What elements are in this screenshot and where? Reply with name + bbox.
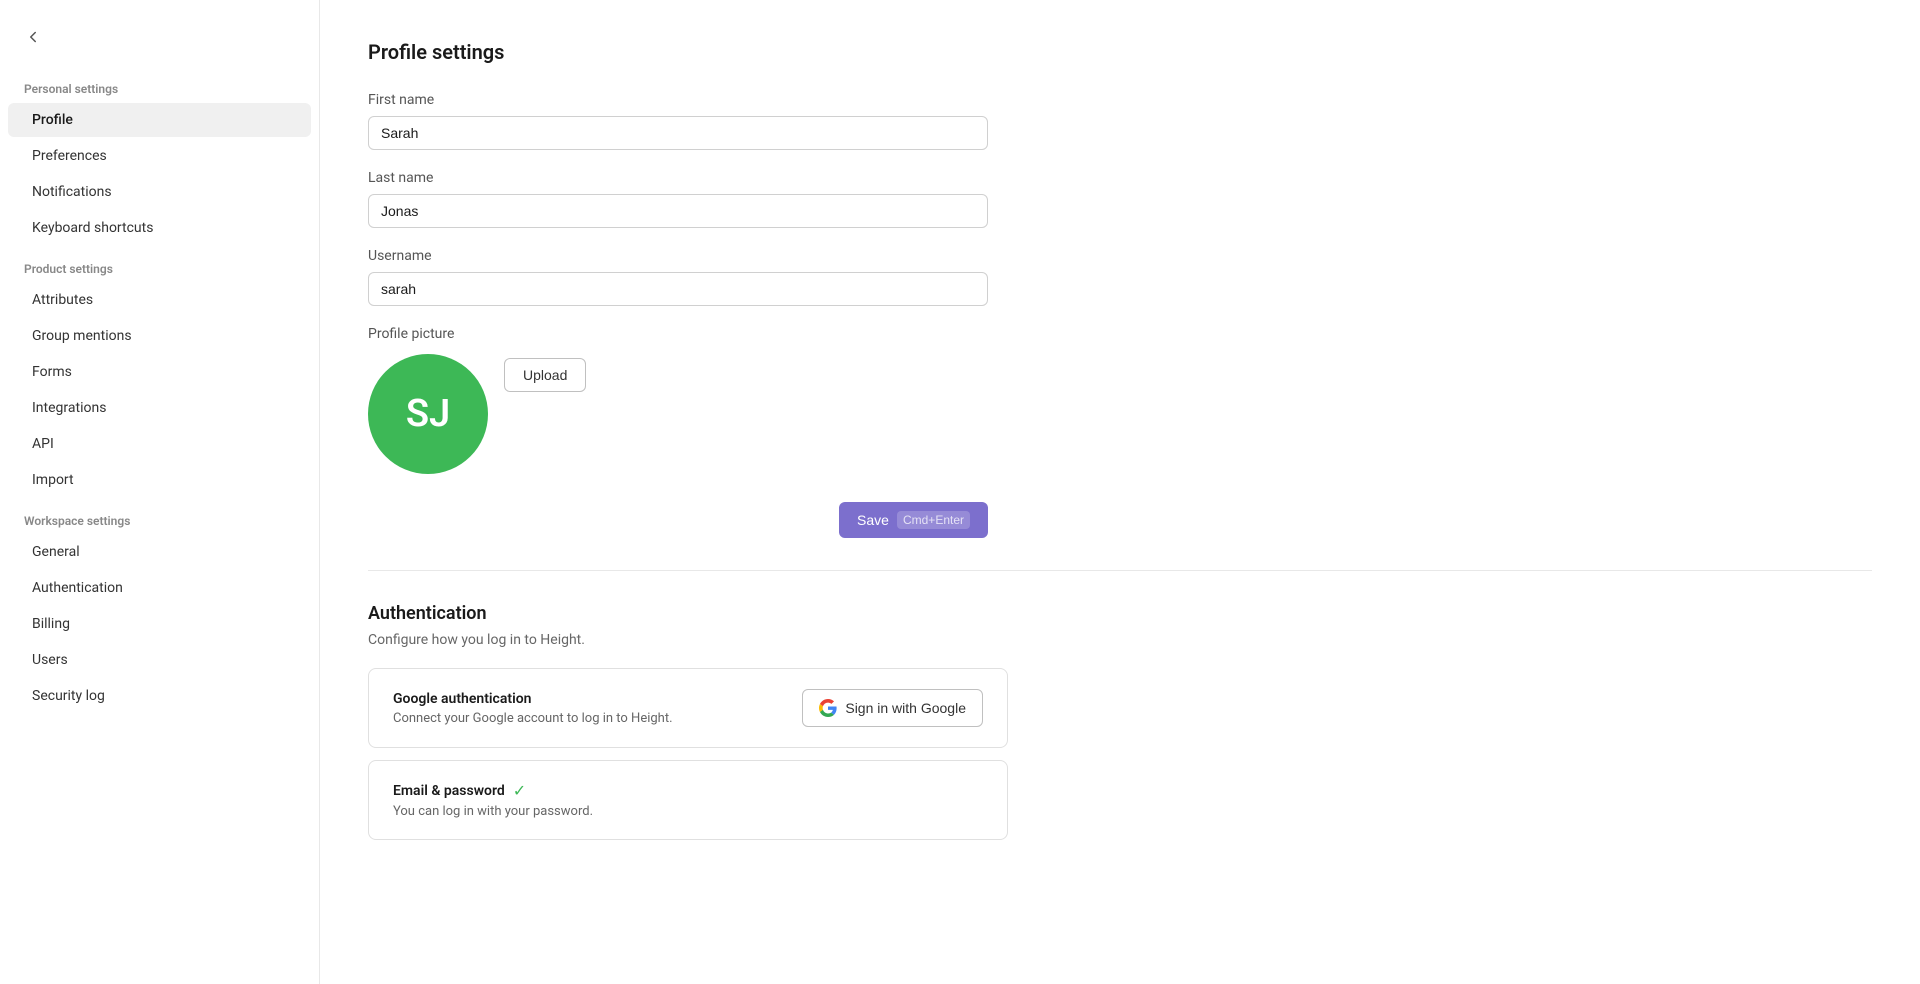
sidebar: Personal settings Profile Preferences No…	[0, 0, 320, 984]
google-icon	[819, 699, 837, 717]
google-signin-button[interactable]: Sign in with Google	[802, 689, 983, 727]
last-name-label: Last name	[368, 170, 988, 186]
first-name-group: First name	[368, 92, 988, 150]
last-name-input[interactable]	[368, 194, 988, 228]
section-divider	[368, 570, 1872, 571]
google-auth-card: Google authentication Connect your Googl…	[368, 668, 1008, 748]
sidebar-item-general[interactable]: General	[8, 535, 311, 569]
sidebar-item-profile[interactable]: Profile	[8, 103, 311, 137]
google-auth-description: Connect your Google account to log in to…	[393, 711, 673, 726]
email-password-title: Email & password	[393, 783, 505, 799]
sidebar-item-import[interactable]: Import	[8, 463, 311, 497]
save-row: Save Cmd+Enter	[368, 502, 988, 538]
sidebar-item-authentication[interactable]: Authentication	[8, 571, 311, 605]
sidebar-item-security-log[interactable]: Security log	[8, 679, 311, 713]
profile-picture-label: Profile picture	[368, 326, 1872, 342]
profile-picture-section: Profile picture SJ Upload	[368, 326, 1872, 474]
page-title: Profile settings	[368, 40, 1872, 64]
personal-settings-label: Personal settings	[0, 66, 319, 102]
google-auth-title: Google authentication	[393, 691, 673, 707]
authentication-title: Authentication	[368, 603, 1872, 624]
sidebar-item-integrations[interactable]: Integrations	[8, 391, 311, 425]
save-button[interactable]: Save Cmd+Enter	[839, 502, 988, 538]
last-name-group: Last name	[368, 170, 988, 228]
username-input[interactable]	[368, 272, 988, 306]
save-shortcut: Cmd+Enter	[897, 511, 970, 529]
sidebar-item-api[interactable]: API	[8, 427, 311, 461]
avatar: SJ	[368, 354, 488, 474]
first-name-label: First name	[368, 92, 988, 108]
back-button[interactable]	[0, 16, 319, 58]
sidebar-item-attributes[interactable]: Attributes	[8, 283, 311, 317]
product-settings-label: Product settings	[0, 246, 319, 282]
main-content: Profile settings First name Last name Us…	[320, 0, 1920, 984]
sidebar-item-forms[interactable]: Forms	[8, 355, 311, 389]
back-icon	[24, 28, 42, 46]
sidebar-item-group-mentions[interactable]: Group mentions	[8, 319, 311, 353]
sidebar-item-notifications[interactable]: Notifications	[8, 175, 311, 209]
check-icon: ✓	[513, 781, 526, 800]
email-password-card: Email & password ✓ You can log in with y…	[368, 760, 1008, 840]
upload-button[interactable]: Upload	[504, 358, 586, 392]
workspace-settings-label: Workspace settings	[0, 498, 319, 534]
sidebar-item-users[interactable]: Users	[8, 643, 311, 677]
sidebar-item-billing[interactable]: Billing	[8, 607, 311, 641]
google-auth-info: Google authentication Connect your Googl…	[393, 691, 673, 726]
profile-picture-row: SJ Upload	[368, 354, 1872, 474]
username-group: Username	[368, 248, 988, 306]
username-label: Username	[368, 248, 988, 264]
google-signin-label: Sign in with Google	[845, 700, 966, 716]
email-password-description: You can log in with your password.	[393, 804, 983, 819]
authentication-subtitle: Configure how you log in to Height.	[368, 632, 1872, 648]
email-password-header: Email & password ✓	[393, 781, 983, 800]
sidebar-item-preferences[interactable]: Preferences	[8, 139, 311, 173]
authentication-section: Authentication Configure how you log in …	[368, 603, 1872, 840]
first-name-input[interactable]	[368, 116, 988, 150]
sidebar-item-keyboard-shortcuts[interactable]: Keyboard shortcuts	[8, 211, 311, 245]
